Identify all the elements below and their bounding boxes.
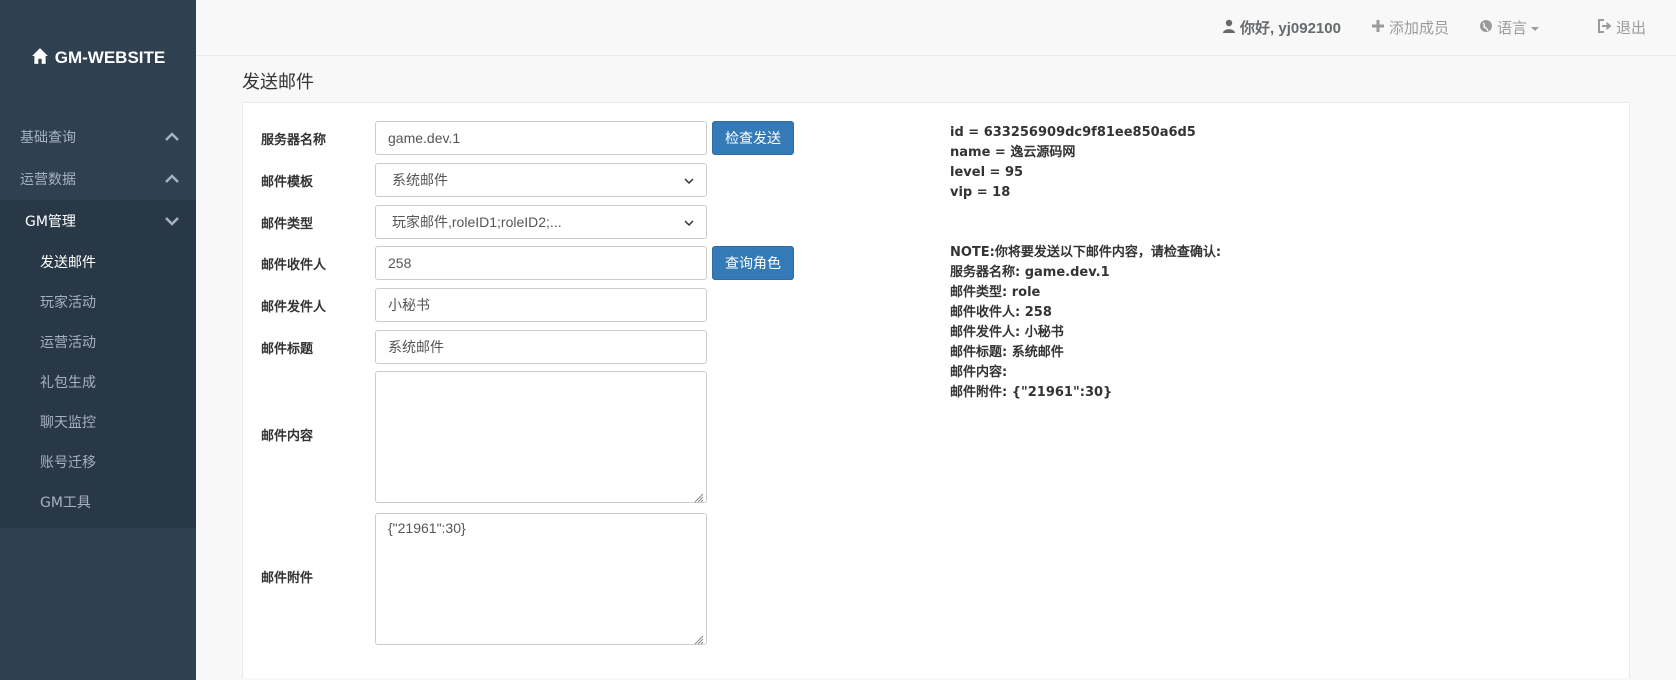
sidebar: GM-WEBSITE 基础查询 运营数据 GM管理 发送邮件 玩家活动 运营活动… [0, 0, 196, 680]
confirm-sender: 邮件发件人: 小秘书 [950, 325, 1064, 340]
nav-section-ops-data[interactable]: 运营数据 [0, 158, 196, 200]
chevron-down-icon [684, 214, 694, 230]
nav-section-label: 基础查询 [20, 130, 76, 146]
server-label: 服务器名称 [261, 133, 327, 148]
nav-section-gm-management[interactable]: GM管理 [0, 200, 196, 242]
nav-section-basic-query[interactable]: 基础查询 [0, 116, 196, 158]
template-select-value: 系统邮件 [392, 172, 448, 188]
recipient-label: 邮件收件人 [261, 258, 327, 273]
nav-section-label: GM管理 [25, 214, 76, 230]
recipient-input-value: 258 [388, 255, 412, 271]
sidebar-item-gm-tools[interactable]: GM工具 [0, 482, 196, 522]
recipient-input[interactable]: 258 [375, 246, 707, 280]
content-label: 邮件内容 [261, 429, 314, 444]
sidebar-item-account-migrate[interactable]: 账号迁移 [0, 442, 196, 482]
attachment-textarea[interactable]: {"21961":30} [375, 513, 707, 645]
gm-submenu: 发送邮件 玩家活动 运营活动 礼包生成 聊天监控 账号迁移 GM工具 [0, 242, 196, 528]
sidebar-item-player-activity[interactable]: 玩家活动 [0, 282, 196, 322]
user-icon [1222, 19, 1236, 37]
check-send-button[interactable]: 检查发送 [712, 121, 794, 155]
chevron-down-icon [164, 213, 180, 229]
resize-handle-icon[interactable] [694, 490, 704, 503]
confirm-summary: NOTE:你将要发送以下邮件内容，请检查确认: 服务器名称: game.dev.… [950, 243, 1221, 403]
type-label: 邮件类型 [261, 217, 314, 232]
language-label: 语言 [1496, 20, 1527, 37]
logout-link[interactable]: 退出 [1597, 17, 1646, 38]
brand-title: GM-WEBSITE [54, 48, 166, 67]
sidebar-item-gift-generate[interactable]: 礼包生成 [0, 362, 196, 402]
attachment-textarea-value: {"21961":30} [388, 520, 466, 536]
confirm-content: 邮件内容: [950, 365, 1008, 380]
sign-out-icon [1597, 18, 1612, 37]
confirm-server: 服务器名称: game.dev.1 [950, 265, 1110, 280]
sender-label: 邮件发件人 [261, 300, 327, 315]
sidebar-item-ops-activity[interactable]: 运营活动 [0, 322, 196, 362]
confirm-attachment: 邮件附件: {"21961":30} [950, 385, 1113, 400]
role-id: id = 633256909dc9f81ee850a6d5 [950, 125, 1196, 140]
language-dropdown[interactable]: 语言 [1479, 17, 1539, 38]
chevron-up-icon [164, 129, 180, 145]
logout-label: 退出 [1615, 20, 1646, 37]
home-icon [31, 47, 49, 70]
confirm-subject: 邮件标题: 系统邮件 [950, 345, 1064, 360]
page-title: 发送邮件 [242, 72, 314, 93]
type-select[interactable]: 玩家邮件,roleID1;roleID2;... [375, 205, 707, 239]
chevron-up-icon [164, 171, 180, 187]
confirm-recipient: 邮件收件人: 258 [950, 305, 1052, 320]
sidebar-item-send-mail[interactable]: 发送邮件 [0, 242, 196, 282]
type-select-value: 玩家邮件,roleID1;roleID2;... [392, 214, 562, 230]
sidebar-item-chat-monitor[interactable]: 聊天监控 [0, 402, 196, 442]
subject-input-value: 系统邮件 [388, 339, 444, 355]
subject-label: 邮件标题 [261, 342, 314, 357]
globe-icon [1479, 19, 1493, 37]
attachment-label: 邮件附件 [261, 571, 314, 586]
content-textarea[interactable] [375, 371, 707, 503]
caret-down-icon [1530, 19, 1539, 36]
send-mail-panel: 服务器名称 game.dev.1 检查发送 邮件模板 系统邮件 邮件类型 玩家邮… [242, 102, 1630, 678]
chevron-down-icon [684, 172, 694, 188]
confirm-type: 邮件类型: role [950, 285, 1041, 300]
nav-section-label: 运营数据 [20, 172, 76, 188]
resize-handle-icon[interactable] [694, 632, 704, 645]
subject-input[interactable]: 系统邮件 [375, 330, 707, 364]
user-greeting-label: 你好, yj092100 [1240, 20, 1341, 37]
brand[interactable]: GM-WEBSITE [0, 0, 196, 116]
add-member-link[interactable]: 添加成员 [1371, 17, 1449, 38]
server-input-value: game.dev.1 [388, 130, 461, 146]
user-greeting[interactable]: 你好, yj092100 [1222, 17, 1341, 38]
add-member-label: 添加成员 [1388, 20, 1449, 37]
top-navbar: 你好, yj092100 添加成员 语言 退出 [196, 0, 1676, 56]
plus-icon [1371, 19, 1385, 37]
confirm-note: NOTE:你将要发送以下邮件内容，请检查确认: [950, 245, 1222, 260]
template-label: 邮件模板 [261, 175, 314, 190]
query-role-button[interactable]: 查询角色 [712, 246, 794, 280]
template-select[interactable]: 系统邮件 [375, 163, 707, 197]
server-input[interactable]: game.dev.1 [375, 121, 707, 155]
role-name: name = 逸云源码网 [950, 145, 1076, 160]
role-level: level = 95 [950, 165, 1024, 180]
sender-input-value: 小秘书 [388, 297, 430, 313]
role-info: id = 633256909dc9f81ee850a6d5 name = 逸云源… [950, 123, 1196, 203]
role-vip: vip = 18 [950, 185, 1011, 200]
sender-input[interactable]: 小秘书 [375, 288, 707, 322]
